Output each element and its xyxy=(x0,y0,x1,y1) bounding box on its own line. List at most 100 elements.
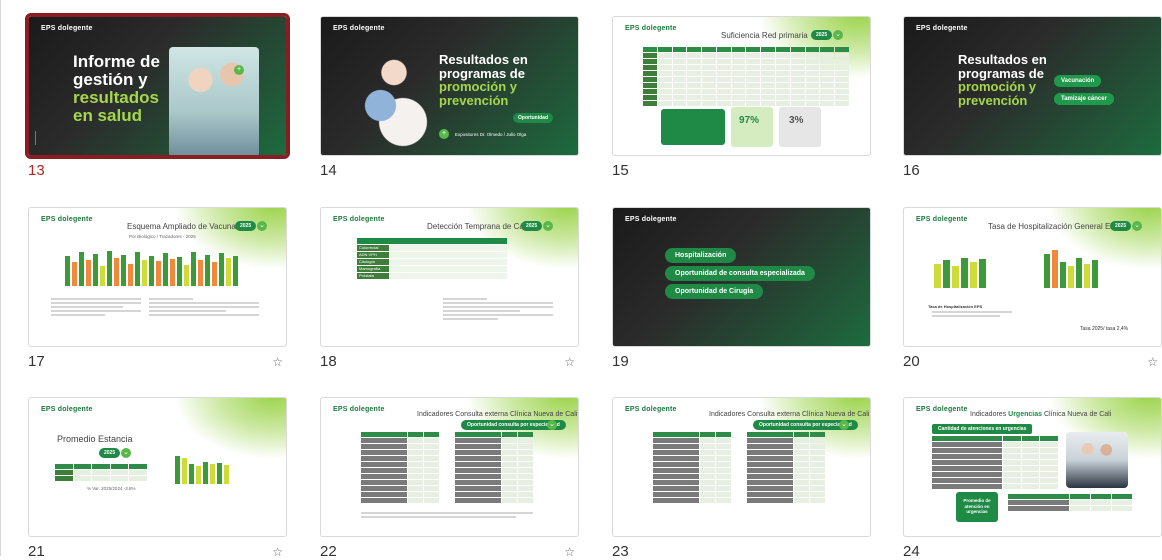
slide-13-thumbnail[interactable]: EPS dolegente Informe de gestión y resul… xyxy=(25,13,290,159)
average-box: Promedio de atención en urgencias xyxy=(956,492,998,522)
stay-table xyxy=(55,464,147,481)
logo: EPS dolegente xyxy=(916,406,968,413)
rate-note: Tasa 2025/ tasa 2,4% xyxy=(1080,326,1129,332)
slide-title: Informe de gestión y resultados en salud xyxy=(73,52,160,125)
screening-table: Colorrectal ADN VPH Citología Mamografía… xyxy=(357,238,507,279)
slide-23[interactable]: EPS dolegente Indicadores Consulta exter… xyxy=(612,397,871,560)
slide-title: Promedio Estancia xyxy=(57,434,133,444)
kpi-box-2: 3% xyxy=(779,107,821,147)
year-badge: 2025 xyxy=(811,30,833,40)
bar-chart xyxy=(175,452,229,484)
chevron-down-icon: ⌄ xyxy=(121,448,131,458)
slide-24[interactable]: EPS dolegente Indicadores Urgencias Clín… xyxy=(903,397,1162,560)
star-icon[interactable]: ☆ xyxy=(1147,355,1158,369)
slide-number: 16 xyxy=(903,162,920,179)
table-right xyxy=(455,432,533,503)
slide-22-thumbnail[interactable]: EPS dolegente Indicadores Consulta exter… xyxy=(320,397,579,537)
slide-18-thumbnail[interactable]: EPS dolegente Detección Temprana de Cánc… xyxy=(320,207,579,347)
slide-14[interactable]: EPS dolegente Resultados en programas de… xyxy=(320,16,579,179)
chevron-down-icon: ⌄ xyxy=(547,420,557,430)
slide-20-thumbnail[interactable]: EPS dolegente Tasa de Hospitalización Ge… xyxy=(903,207,1162,347)
slide-sorter: EPS dolegente Informe de gestión y resul… xyxy=(0,0,1162,560)
logo: EPS dolegente xyxy=(625,216,677,223)
chevron-down-icon: ⌄ xyxy=(543,221,553,231)
slide-21[interactable]: EPS dolegente Promedio Estancia 2025 ⌄ %… xyxy=(28,397,287,560)
star-icon[interactable]: ☆ xyxy=(564,355,575,369)
slide-number: 15 xyxy=(612,162,629,179)
logo: EPS dolegente xyxy=(333,406,385,413)
chevron-down-icon: ⌄ xyxy=(1132,221,1142,231)
logo: EPS dolegente xyxy=(916,25,968,32)
specialist-consult-button: Oportunidad de consulta especializada xyxy=(665,266,815,281)
data-table xyxy=(643,47,849,106)
logo: EPS dolegente xyxy=(41,216,93,223)
cancer-screening-button: Tamizaje cáncer xyxy=(1054,93,1114,105)
average-table xyxy=(1008,494,1132,511)
rate-lines xyxy=(932,311,1012,319)
rate-label: Tasa de Hospitalización EPS xyxy=(928,304,983,309)
star-icon[interactable]: ☆ xyxy=(272,355,283,369)
slide-17-thumbnail[interactable]: EPS dolegente Esquema Ampliado de Vacuna… xyxy=(28,207,287,347)
star-icon[interactable]: ☆ xyxy=(564,545,575,559)
slide-16-thumbnail[interactable]: EPS dolegente Resultados en programas de… xyxy=(903,16,1162,156)
notes-left xyxy=(51,298,141,318)
slide-title: Indicadores Urgencias Clínica Nueva de C… xyxy=(970,411,1112,418)
slide-16[interactable]: EPS dolegente Resultados en programas de… xyxy=(903,16,1162,179)
slide-number: 17 xyxy=(28,353,45,370)
year-badge: 2025 xyxy=(99,448,121,458)
slide-15-thumbnail[interactable]: EPS dolegente Suficiencia Red primaria 2… xyxy=(612,16,871,156)
logo: EPS dolegente xyxy=(41,25,93,32)
chevron-down-icon: ⌄ xyxy=(833,30,843,40)
slide-title: Indicadores Consulta externa Clínica Nue… xyxy=(417,411,578,418)
star-icon[interactable]: ☆ xyxy=(272,545,283,559)
slide-22[interactable]: EPS dolegente Indicadores Consulta exter… xyxy=(320,397,579,560)
logo: EPS dolegente xyxy=(41,406,93,413)
slide-number: 20 xyxy=(903,353,920,370)
footer-text: Expositores Dr. Olmedo / Julio Olga xyxy=(455,132,527,137)
logo: EPS dolegente xyxy=(333,25,385,32)
chevron-down-icon: ⌄ xyxy=(839,420,849,430)
slide-13[interactable]: EPS dolegente Informe de gestión y resul… xyxy=(25,13,290,179)
slide-23-thumbnail[interactable]: EPS dolegente Indicadores Consulta exter… xyxy=(612,397,871,537)
slide-title: Suficiencia Red primaria xyxy=(721,31,808,40)
slide-number: 21 xyxy=(28,543,45,560)
logo: EPS dolegente xyxy=(333,216,385,223)
slide-number: 13 xyxy=(28,162,45,179)
table-left xyxy=(361,432,439,503)
slide-title: Resultados en programas de promoción y p… xyxy=(958,52,1047,108)
year-badge: 2025 xyxy=(1110,221,1132,231)
surgery-button: Oportunidad de Cirugía xyxy=(665,284,764,299)
kpi-box-1: 97% xyxy=(731,107,773,147)
slide-21-thumbnail[interactable]: EPS dolegente Promedio Estancia 2025 ⌄ %… xyxy=(28,397,287,537)
chevron-down-icon: ⌄ xyxy=(257,221,267,231)
slide-19-thumbnail[interactable]: EPS dolegente Hospitalización Oportunida… xyxy=(612,207,871,347)
slide-number: 23 xyxy=(612,543,629,560)
table-left xyxy=(653,432,731,503)
bar-chart xyxy=(65,244,238,286)
urgencies-badge: Cantidad de atenciones en urgencias xyxy=(932,424,1033,434)
badge: Oportunidad xyxy=(513,113,553,123)
table-right xyxy=(747,432,825,503)
summary-box xyxy=(661,109,725,145)
slide-number: 14 xyxy=(320,162,337,179)
slide-20[interactable]: EPS dolegente Tasa de Hospitalización Ge… xyxy=(903,207,1162,370)
urgencies-table xyxy=(932,436,1058,489)
slide-15[interactable]: EPS dolegente Suficiencia Red primaria 2… xyxy=(612,16,871,179)
slide-title: Indicadores Consulta externa Clínica Nue… xyxy=(709,411,870,418)
slide-24-thumbnail[interactable]: EPS dolegente Indicadores Urgencias Clín… xyxy=(903,397,1162,537)
slide-number: 22 xyxy=(320,543,337,560)
slide-18[interactable]: EPS dolegente Detección Temprana de Cánc… xyxy=(320,207,579,370)
bar-chart-right xyxy=(1044,248,1098,288)
slide-number: 18 xyxy=(320,353,337,370)
slide-title: Tasa de Hospitalización General EPS xyxy=(988,222,1121,231)
hospitalization-button: Hospitalización xyxy=(665,248,737,263)
doctors-photo xyxy=(1066,432,1128,488)
slide-19[interactable]: EPS dolegente Hospitalización Oportunida… xyxy=(612,207,871,370)
plus-icon: + xyxy=(234,65,244,75)
year-badge: 2025 xyxy=(521,221,543,231)
slide-17[interactable]: EPS dolegente Esquema Ampliado de Vacuna… xyxy=(28,207,287,370)
footnote xyxy=(361,512,533,520)
slide-title: Resultados en programas de promoción y p… xyxy=(439,52,528,108)
logo: EPS dolegente xyxy=(625,406,677,413)
slide-14-thumbnail[interactable]: EPS dolegente Resultados en programas de… xyxy=(320,16,579,156)
